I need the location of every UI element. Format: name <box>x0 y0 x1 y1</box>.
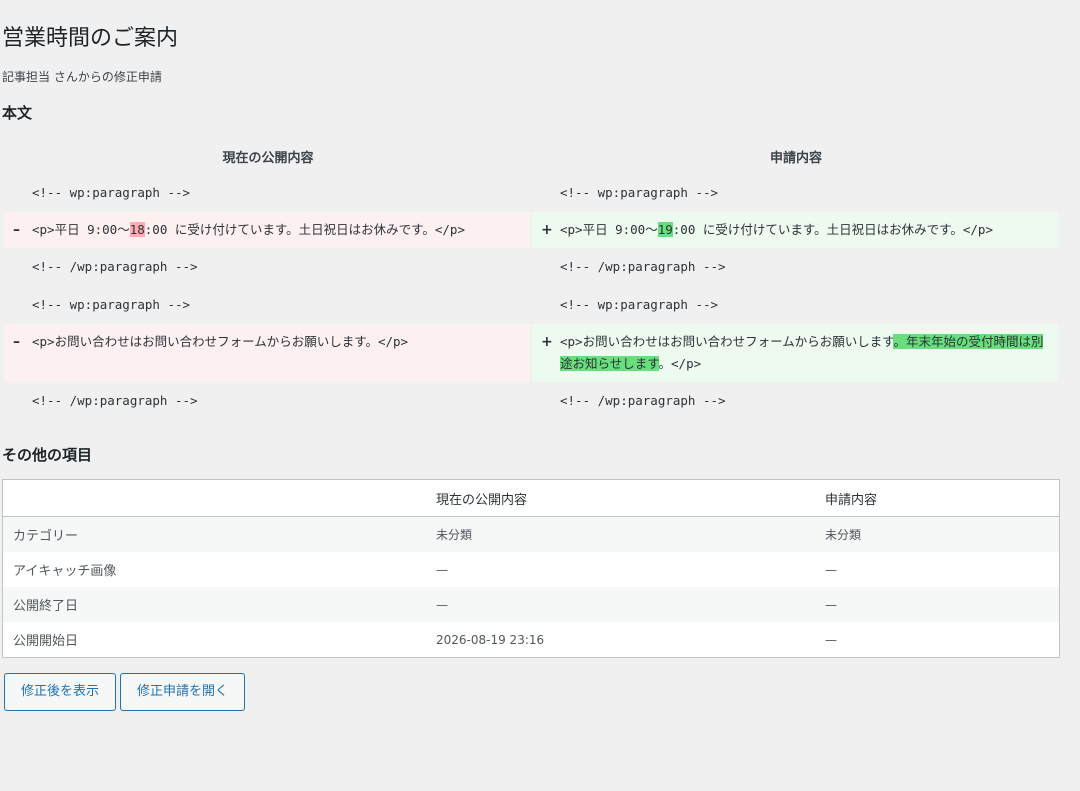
inserted-text: <p>お問い合わせはお問い合わせフォームからお願いします <box>560 334 894 349</box>
diff-row-context: <!-- wp:paragraph --> <!-- wp:paragraph … <box>4 174 1060 212</box>
deleted-text: <p>平日 9:00〜 <box>32 222 130 237</box>
diff-cell-left: <!-- /wp:paragraph --> <box>32 393 198 408</box>
diff-cell-left: <!-- wp:paragraph --> <box>32 185 191 200</box>
diff-cell-right: <!-- wp:paragraph --> <box>560 185 719 200</box>
diff-header-current: 現在の公開内容 <box>222 150 314 166</box>
diff-cell-left: <!-- /wp:paragraph --> <box>32 259 198 274</box>
row-request: — <box>815 587 1060 622</box>
deleted-text: :00 に受け付けています。土日祝日はお休みです。</p> <box>144 222 465 237</box>
row-current: — <box>426 587 815 622</box>
plus-icon: + <box>541 222 553 238</box>
diff-cell-deleted: – <p>お問い合わせはお問い合わせフォームからお願いします。</p> <box>4 324 530 382</box>
diff-row-context: <!-- /wp:paragraph --> <!-- /wp:paragrap… <box>4 382 1060 420</box>
page-subtitle: 記事担当 さんからの修正申請 <box>2 70 162 84</box>
diff-cell-inserted: + <p>お問い合わせはお問い合わせフォームからお願いします。年末年始の受付時間… <box>532 324 1058 382</box>
table-row: アイキャッチ画像 — — <box>3 552 1060 587</box>
diff-cell-right: <!-- /wp:paragraph --> <box>560 259 726 274</box>
diff-cell-left: <!-- wp:paragraph --> <box>32 297 191 312</box>
deleted-highlight: 18 <box>129 222 145 237</box>
deleted-text: <p>お問い合わせはお問い合わせフォームからお願いします。</p> <box>32 334 409 349</box>
diff-row-changed: – <p>平日 9:00〜18:00 に受け付けています。土日祝日はお休みです。… <box>4 212 1060 248</box>
row-label: カテゴリー <box>2 516 426 552</box>
table-row: 公開終了日 — — <box>2 587 1060 622</box>
diff-row-context: <!-- wp:paragraph --> <!-- wp:paragraph … <box>4 286 1060 324</box>
table-row: 公開開始日 2026-08-19 23:16 — <box>3 622 1060 658</box>
row-label: アイキャッチ画像 <box>13 564 117 579</box>
diff-cell-deleted: – <p>平日 9:00〜18:00 に受け付けています。土日祝日はお休みです。… <box>4 212 530 248</box>
table-row: カテゴリー 未分類 未分類 <box>2 516 1060 552</box>
row-label: 公開開始日 <box>13 634 79 649</box>
inserted-highlight: 19 <box>657 222 673 237</box>
diff-cell-right: <!-- wp:paragraph --> <box>560 297 719 312</box>
row-current: 2026-08-19 23:16 <box>436 632 545 647</box>
other-section-heading: その他の項目 <box>2 446 93 464</box>
page-title: 営業時間のご案内 <box>2 26 179 51</box>
other-fields-table: 現在の公開内容 申請内容 カテゴリー 未分類 未分類 アイキャッチ画像 — — … <box>2 479 1060 658</box>
row-request: — <box>825 632 837 647</box>
plus-icon: + <box>541 334 553 350</box>
open-request-button[interactable]: 修正申請を開く <box>120 673 245 711</box>
inserted-text: <p>平日 9:00〜 <box>560 222 658 237</box>
diff-row-context: <!-- /wp:paragraph --> <!-- /wp:paragrap… <box>4 248 1060 286</box>
table-header-row: 現在の公開内容 申請内容 <box>2 479 1060 517</box>
inserted-text: :00 に受け付けています。土日祝日はお休みです。</p> <box>672 222 993 237</box>
body-section-heading: 本文 <box>2 104 33 122</box>
row-request: — <box>825 562 837 577</box>
minus-icon: – <box>13 334 20 350</box>
diff-header-request: 申請内容 <box>769 150 822 166</box>
row-label: 公開終了日 <box>2 587 426 622</box>
minus-icon: – <box>13 222 20 238</box>
row-current: 未分類 <box>426 516 815 552</box>
diff-row-changed: – <p>お問い合わせはお問い合わせフォームからお願いします。</p> + <p… <box>4 324 1060 382</box>
column-header-current: 現在の公開内容 <box>426 479 815 517</box>
diff-header: 現在の公開内容 申請内容 <box>4 138 1060 174</box>
inserted-text: 。</p> <box>658 356 702 371</box>
column-header-request: 申請内容 <box>815 479 1060 517</box>
column-header-label <box>2 479 426 517</box>
diff-cell-inserted: + <p>平日 9:00〜19:00 に受け付けています。土日祝日はお休みです。… <box>532 212 1058 248</box>
row-current: — <box>436 562 448 577</box>
diff-cell-right: <!-- /wp:paragraph --> <box>560 393 726 408</box>
content-diff: 現在の公開内容 申請内容 <!-- wp:paragraph --> <!-- … <box>4 138 1060 420</box>
row-request: 未分類 <box>815 516 1060 552</box>
view-revised-button[interactable]: 修正後を表示 <box>4 673 116 711</box>
